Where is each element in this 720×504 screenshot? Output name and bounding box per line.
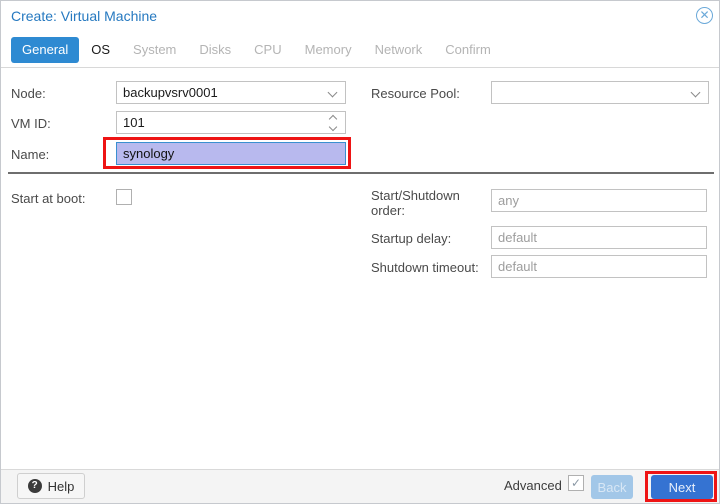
advanced-label: Advanced — [504, 478, 562, 493]
back-button: Back — [591, 475, 633, 499]
tab-os[interactable]: OS — [80, 37, 121, 63]
shutdown-timeout-input[interactable] — [491, 255, 707, 278]
create-vm-dialog: Create: Virtual Machine ✕ General OS Sys… — [0, 0, 720, 504]
next-button[interactable]: Next — [651, 475, 713, 499]
spinner-up-down-icon[interactable] — [330, 116, 336, 130]
startup-order-input[interactable] — [491, 189, 707, 212]
tabbar-divider — [1, 67, 720, 68]
close-icon[interactable]: ✕ — [696, 7, 713, 24]
tab-system: System — [122, 37, 187, 63]
tab-network: Network — [364, 37, 434, 63]
help-button-label: Help — [48, 479, 75, 494]
vm-id-label: VM ID: — [11, 116, 51, 131]
tab-cpu: CPU — [243, 37, 292, 63]
name-label: Name: — [11, 147, 49, 162]
resource-pool-combobox[interactable] — [491, 81, 709, 104]
tab-disks: Disks — [188, 37, 242, 63]
startup-delay-label: Startup delay: — [371, 231, 451, 246]
start-at-boot-checkbox[interactable] — [116, 189, 132, 205]
tab-memory: Memory — [294, 37, 363, 63]
wizard-tabbar: General OS System Disks CPU Memory Netwo… — [11, 37, 503, 63]
help-button[interactable]: ? Help — [17, 473, 85, 499]
startup-delay-input[interactable] — [491, 226, 707, 249]
vm-id-spinner-input[interactable] — [116, 111, 346, 134]
shutdown-timeout-label: Shutdown timeout: — [371, 260, 479, 275]
dialog-title: Create: Virtual Machine — [11, 8, 157, 24]
node-combobox[interactable] — [116, 81, 346, 104]
tab-confirm: Confirm — [434, 37, 502, 63]
name-input[interactable] — [116, 142, 346, 165]
advanced-checkbox[interactable]: ✓ — [568, 475, 584, 491]
question-circle-icon: ? — [28, 479, 42, 493]
startup-order-label: Start/Shutdown order: — [371, 188, 483, 218]
node-label: Node: — [11, 86, 46, 101]
resource-pool-label: Resource Pool: — [371, 86, 460, 101]
tab-general[interactable]: General — [11, 37, 79, 63]
start-at-boot-label: Start at boot: — [11, 191, 85, 206]
form-divider — [8, 172, 714, 174]
